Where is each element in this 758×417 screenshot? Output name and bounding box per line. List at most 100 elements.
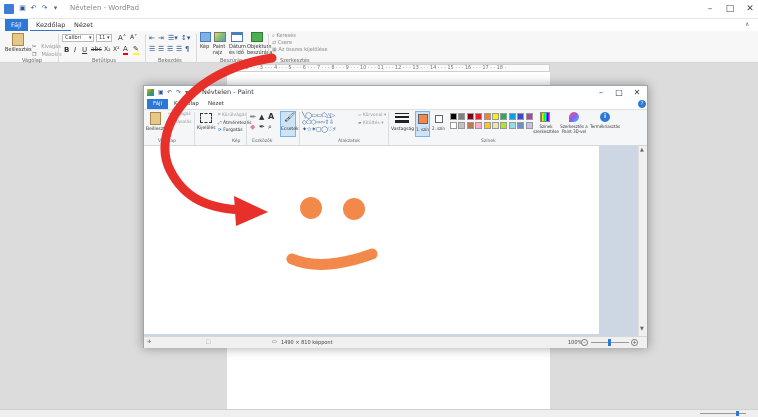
palette-swatch[interactable] [483, 113, 491, 120]
wordpad-maximize-button[interactable]: □ [720, 2, 740, 16]
paint-paste-button[interactable]: Beillesztés [146, 112, 170, 137]
undo-icon[interactable]: ↶ [29, 4, 38, 13]
palette-swatch[interactable] [500, 113, 508, 120]
palette-swatch[interactable] [517, 122, 525, 129]
palette-swatch[interactable] [458, 113, 466, 120]
font-name-dropdown[interactable]: Calibri ▾ [62, 34, 94, 42]
zoom-slider[interactable] [591, 339, 629, 346]
outline-dropdown[interactable]: ▱ Körvonal ▾ [358, 113, 386, 118]
bold-icon[interactable]: B [64, 46, 69, 54]
justify-icon[interactable]: ☰ [176, 45, 182, 53]
wordpad-zoom-slider[interactable] [700, 411, 746, 416]
palette-swatch[interactable] [475, 113, 483, 120]
find-button[interactable]: ⌕ Keresés [272, 33, 296, 39]
palette-swatch[interactable] [483, 122, 491, 129]
increase-indent-icon[interactable]: ⇥ [158, 34, 164, 42]
text-icon[interactable]: A [268, 112, 274, 121]
save-icon[interactable]: ▣ [158, 89, 164, 96]
zoom-out-button[interactable]: – [581, 339, 588, 346]
help-icon[interactable]: ? [638, 100, 646, 108]
wordpad-tab-view[interactable]: Nézet [68, 19, 99, 31]
rotate-button[interactable]: ⟳ Forgatás [218, 128, 243, 133]
palette-swatch[interactable] [492, 122, 499, 129]
palette-swatch[interactable] [458, 122, 466, 129]
paragraph-settings-icon[interactable]: ¶ [185, 45, 189, 53]
customize-qat-icon[interactable]: ▾ [185, 89, 188, 96]
palette-swatch[interactable] [517, 113, 525, 120]
palette-swatch[interactable] [508, 113, 516, 120]
text-color-icon[interactable]: A [123, 45, 128, 55]
paint-canvas[interactable] [144, 146, 599, 334]
crop-button[interactable]: ⌗ Körülvágás [218, 112, 247, 118]
palette-swatch[interactable] [475, 122, 483, 129]
scroll-down-icon[interactable]: ▼ [640, 326, 644, 332]
palette-swatch[interactable] [450, 122, 457, 129]
magnifier-icon[interactable]: ⌕ [268, 123, 272, 132]
fill-icon[interactable]: ▲ [259, 113, 264, 121]
replace-button[interactable]: ⇄ Csere [272, 40, 292, 46]
insert-picture-button[interactable]: Kép [198, 32, 212, 56]
datetime-button[interactable]: Dátum és idő [229, 32, 246, 56]
customize-qat-icon[interactable]: ▾ [51, 4, 60, 13]
superscript-icon[interactable]: X² [113, 46, 120, 53]
palette-swatch[interactable] [492, 113, 499, 120]
shapes-gallery[interactable]: ╲◯▭▭⬠△▷ ◇⬠⬡⇨⇦⇧⇩ ✦☆✶▢◯♡⚡ [302, 112, 352, 136]
underline-icon[interactable]: U [82, 46, 87, 54]
color-picker-icon[interactable]: ✒ [259, 123, 265, 131]
paint-tab-file[interactable]: Fájl [147, 99, 169, 109]
paint-minimize-button[interactable]: – [592, 86, 610, 99]
color2-button[interactable]: 2. szín [432, 111, 447, 137]
save-icon[interactable]: ▣ [18, 4, 27, 13]
select-button[interactable]: Kijelölés [197, 112, 216, 137]
line-spacing-icon[interactable]: ↕▾ [181, 34, 190, 42]
paint-cut-button[interactable]: ✂ Kivágás [168, 112, 191, 117]
paint-vertical-scrollbar[interactable]: ▲ ▼ [638, 146, 647, 336]
paint-tab-view[interactable]: Nézet [202, 99, 230, 109]
insert-object-button[interactable]: Objektum beszúrása [247, 32, 272, 56]
wordpad-tab-file[interactable]: Fájl [5, 19, 28, 31]
palette-swatch[interactable] [466, 122, 474, 129]
font-size-dropdown[interactable]: 11 ▾ [96, 34, 112, 42]
redo-icon[interactable]: ↷ [176, 89, 181, 96]
shrink-font-icon[interactable]: A˅ [130, 34, 137, 41]
undo-icon[interactable]: ↶ [167, 89, 172, 96]
eraser-icon[interactable]: ◆ [250, 123, 255, 131]
wordpad-minimize-button[interactable]: – [700, 2, 720, 16]
highlight-icon[interactable]: ✎ [133, 45, 139, 55]
paint-copy-button[interactable]: ❐ Másolás [168, 120, 192, 125]
paint-close-button[interactable]: ✕ [628, 86, 646, 99]
palette-swatch[interactable] [500, 122, 508, 129]
decrease-indent-icon[interactable]: ⇤ [149, 34, 155, 42]
paint-maximize-button[interactable]: □ [610, 86, 628, 99]
pencil-icon[interactable]: ✏ [250, 113, 256, 121]
align-center-icon[interactable]: ☰ [158, 45, 164, 53]
grow-font-icon[interactable]: A˄ [118, 34, 126, 42]
bullets-icon[interactable]: ☰▾ [168, 34, 178, 42]
edit-colors-button[interactable]: Színek szerkesztése [532, 112, 559, 137]
scroll-up-icon[interactable]: ▲ [640, 147, 644, 153]
zoom-slider-thumb[interactable] [736, 411, 739, 416]
subscript-icon[interactable]: X₂ [104, 46, 111, 53]
product-alert-button[interactable]: i Termékriasztás [590, 112, 620, 137]
palette-swatch[interactable] [508, 122, 516, 129]
wordpad-close-button[interactable]: ✕ [740, 2, 758, 16]
align-right-icon[interactable]: ☰ [167, 45, 173, 53]
paint-drawing-button[interactable]: Paint rajz [213, 32, 227, 56]
wordpad-paste-button[interactable]: Beillesztés [5, 33, 32, 57]
wordpad-cut-button[interactable]: ✂ Kivágás [32, 33, 61, 50]
color1-button[interactable]: 1. szín [415, 111, 430, 137]
fill-dropdown[interactable]: ▰ Kitöltés ▾ [358, 121, 383, 126]
italic-icon[interactable]: I [74, 46, 76, 54]
select-all-button[interactable]: ▦ Az összes kijelölése [272, 47, 327, 53]
ribbon-collapse-icon[interactable]: ∧ [745, 21, 749, 28]
strikethrough-icon[interactable]: abc [91, 46, 102, 53]
paint-tab-home[interactable]: Kezdőlap [168, 99, 205, 109]
align-left-icon[interactable]: ☰ [149, 45, 155, 53]
zoom-in-button[interactable]: + [631, 339, 638, 346]
wordpad-tab-home[interactable]: Kezdőlap [30, 19, 72, 31]
palette-swatch[interactable] [466, 113, 474, 120]
redo-icon[interactable]: ↷ [40, 4, 49, 13]
zoom-slider-thumb[interactable] [608, 339, 611, 346]
size-button[interactable]: Vastagság [391, 112, 414, 137]
paint3d-button[interactable]: Szerkesztés a Paint 3D-vel [559, 112, 589, 137]
